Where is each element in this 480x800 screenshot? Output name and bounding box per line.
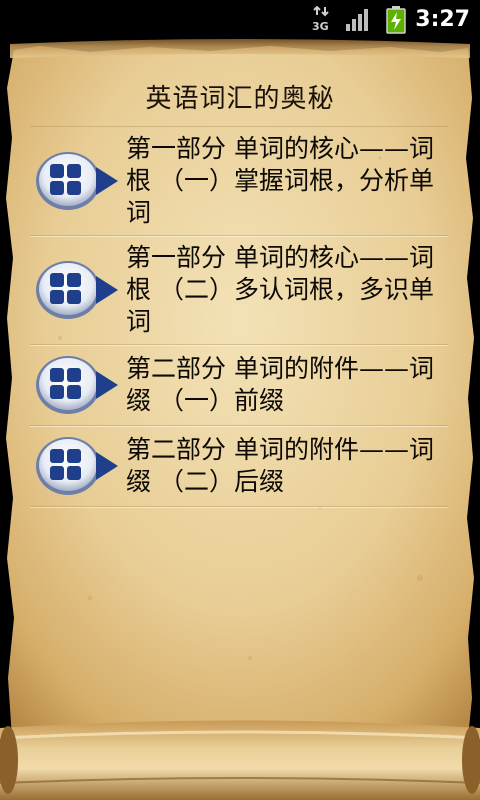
battery-charging-icon [386, 6, 406, 34]
grid-arrow-icon [30, 250, 126, 330]
status-clock: 3:27 [415, 7, 470, 32]
page-title: 英语词汇的奥秘 [145, 84, 335, 114]
list-item-label: 第一部分 单词的核心——词根 （一）掌握词根，分析单词 [126, 134, 434, 227]
list-item[interactable]: 第二部分 单词的附件——词缀 （二）后缀 [30, 426, 448, 507]
grid-arrow-icon [30, 426, 126, 506]
signal-strength-icon [346, 9, 368, 31]
list-item-label: 第一部分 单词的核心——词根 （二）多认词根，多识单词 [126, 243, 434, 336]
list-item-label: 第二部分 单词的附件——词缀 （一）前缀 [126, 354, 434, 415]
svg-text:3G: 3G [312, 20, 329, 32]
parchment-scroll: 英语词汇的奥秘 第一部分 单词的核心——词根 （一）掌握词根，分析单词 第一部分… [0, 38, 480, 800]
chapter-list: 第一部分 单词的核心——词根 （一）掌握词根，分析单词 第一部分 单词的核心——… [30, 126, 448, 507]
list-item-label: 第二部分 单词的附件——词缀 （二）后缀 [126, 435, 434, 496]
network-3g-icon: 3G [312, 6, 329, 32]
status-bar: 3G 3:27 [0, 0, 480, 38]
list-item[interactable]: 第一部分 单词的核心——词根 （一）掌握词根，分析单词 [30, 126, 448, 236]
grid-arrow-icon [30, 141, 126, 221]
list-item[interactable]: 第二部分 单词的附件——词缀 （一）前缀 [30, 345, 448, 426]
grid-arrow-icon [30, 345, 126, 425]
list-item[interactable]: 第一部分 单词的核心——词根 （二）多认词根，多识单词 [30, 236, 448, 345]
